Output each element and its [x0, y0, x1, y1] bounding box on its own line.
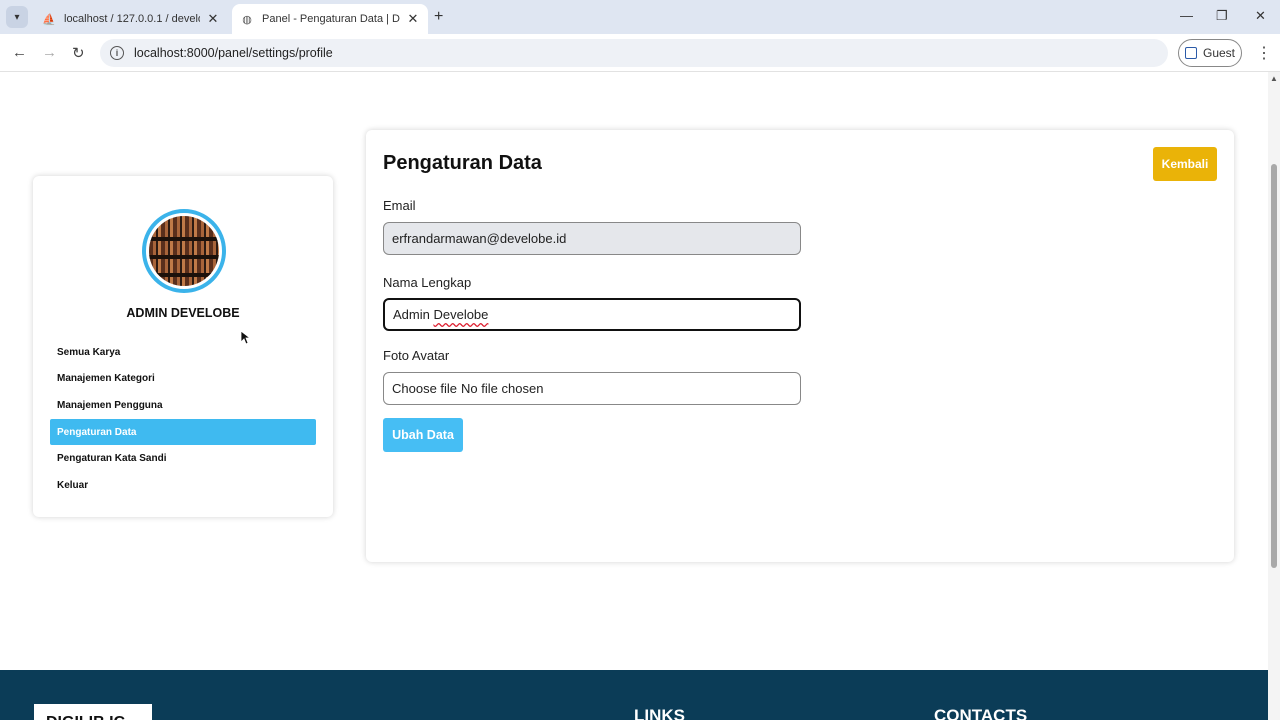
footer-links-heading: LINKS	[634, 706, 685, 720]
sidebar-item-pengaturan-data[interactable]: Pengaturan Data	[50, 418, 316, 446]
page-scrollbar[interactable]: ▲	[1268, 72, 1280, 720]
admin-name: ADMIN DEVELOBE	[126, 306, 240, 320]
avatar-file-input[interactable]: Choose file No file chosen	[383, 372, 801, 405]
close-icon[interactable]: ✕	[406, 11, 420, 27]
profile-button[interactable]: Guest	[1178, 39, 1242, 67]
tab-phpmyadmin[interactable]: ⛵ localhost / 127.0.0.1 / develobe ✕	[34, 4, 228, 34]
email-field[interactable]: erfrandarmawan@develobe.id	[383, 222, 801, 255]
tab-search-button[interactable]: ▾	[6, 6, 28, 28]
url-text: localhost:8000/panel/settings/profile	[134, 46, 333, 60]
avatar-label: Foto Avatar	[383, 348, 450, 363]
avatar	[142, 209, 226, 293]
back-arrow-icon[interactable]: ←	[12, 44, 27, 61]
tab-title: localhost / 127.0.0.1 / develobe	[64, 13, 200, 25]
globe-icon: ◍	[242, 13, 252, 26]
forward-arrow-icon[interactable]: →	[42, 44, 57, 61]
page-content: ADMIN DEVELOBE Semua Karya Manajemen Kat…	[0, 72, 1268, 720]
sidebar-item-semua-karya[interactable]: Semua Karya	[50, 339, 316, 366]
scroll-thumb[interactable]	[1271, 164, 1277, 568]
choose-file-button[interactable]: Choose file	[392, 381, 457, 396]
minimize-icon[interactable]: —	[1180, 8, 1193, 23]
tab-panel[interactable]: ◍ Panel - Pengaturan Data | Digita ✕	[232, 4, 428, 34]
profile-sidebar: ADMIN DEVELOBE Semua Karya Manajemen Kat…	[33, 176, 333, 517]
profile-icon	[1184, 47, 1197, 59]
submit-button[interactable]: Ubah Data	[383, 418, 463, 452]
footer-contacts-heading: CONTACTS	[934, 706, 1028, 720]
back-button[interactable]: Kembali	[1153, 147, 1217, 181]
name-label: Nama Lengkap	[383, 275, 472, 290]
new-tab-button[interactable]: +	[434, 8, 443, 26]
scroll-up-icon[interactable]: ▲	[1270, 74, 1278, 83]
sidebar-item-pengaturan-kata-sandi[interactable]: Pengaturan Kata Sandi	[50, 445, 316, 472]
file-status: No file chosen	[461, 381, 544, 396]
tab-strip: ▾ ⛵ localhost / 127.0.0.1 / develobe ✕ ◍…	[0, 0, 1280, 34]
footer-logo: DIGILIB IC	[34, 704, 152, 720]
avatar-image	[149, 216, 219, 286]
full-name-field[interactable]: Admin Develobe	[383, 298, 801, 331]
restore-icon[interactable]: ❐	[1216, 8, 1228, 24]
sidebar-item-manajemen-kategori[interactable]: Manajemen Kategori	[50, 366, 316, 393]
footer: DIGILIB IC LINKS CONTACTS	[0, 670, 1268, 720]
address-bar[interactable]: i localhost:8000/panel/settings/profile	[100, 39, 1168, 67]
browser-toolbar: ← → ↻ i localhost:8000/panel/settings/pr…	[0, 34, 1280, 72]
sidebar-item-keluar[interactable]: Keluar	[50, 472, 316, 499]
sidebar-item-manajemen-pengguna[interactable]: Manajemen Pengguna	[50, 392, 316, 419]
email-label: Email	[383, 198, 416, 213]
tab-title: Panel - Pengaturan Data | Digita	[262, 13, 400, 25]
profile-label: Guest	[1202, 46, 1235, 60]
mouse-cursor-icon	[240, 330, 252, 345]
chevron-down-icon: ▾	[14, 11, 20, 23]
settings-form-card: Pengaturan Data Kembali Email erfrandarm…	[366, 130, 1234, 562]
sidebar-menu: Semua Karya Manajemen Kategori Manajemen…	[50, 339, 316, 499]
reload-icon[interactable]: ↻	[72, 44, 85, 62]
page-title: Pengaturan Data	[383, 152, 542, 174]
more-menu-icon[interactable]: ⋮	[1256, 43, 1272, 63]
close-icon[interactable]: ✕	[206, 11, 220, 27]
phpmyadmin-icon: ⛵	[42, 13, 56, 26]
full-name-value: Admin	[393, 307, 434, 322]
window-close-icon[interactable]: ✕	[1255, 8, 1266, 24]
full-name-value-misspelled: Develobe	[433, 307, 489, 322]
site-info-icon[interactable]: i	[110, 46, 124, 60]
